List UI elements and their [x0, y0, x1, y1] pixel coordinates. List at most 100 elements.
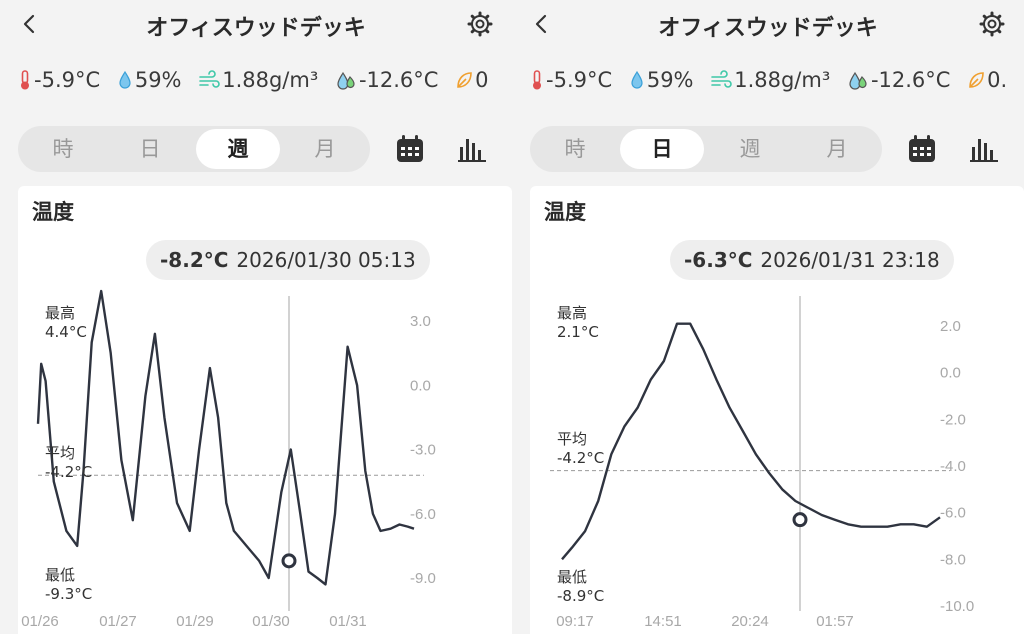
y-tick-label: -6.0 — [940, 505, 966, 522]
avg-label: 平均 -4.2°C — [45, 444, 92, 482]
temperature-chart-card: 3.0 0.0 -3.0 -6.0 -9.0 01/26 01/27 01/29 01/30 01… — [18, 186, 512, 634]
selected-time: 2026/01/31 23:18 — [760, 248, 940, 272]
absolute-humidity-value: 1.88g/m³ — [222, 68, 319, 92]
temperature-value: -5.9°C — [546, 68, 613, 92]
y-tick-label: 0.0 — [940, 365, 961, 382]
dew-point-metric: -12.6°C — [847, 68, 951, 92]
dew-point-icon — [849, 71, 867, 90]
vpd-metric: 0. — [967, 68, 1007, 92]
selected-point-marker — [281, 553, 297, 569]
tab-month[interactable]: 月 — [283, 129, 367, 169]
temperature-value: -5.9°C — [34, 68, 101, 92]
bar-chart-icon[interactable] — [456, 133, 488, 165]
max-label: 最高 2.1°C — [557, 304, 599, 342]
max-label: 最高 4.4°C — [45, 304, 87, 342]
absolute-humidity-value: 1.88g/m³ — [734, 68, 831, 92]
panel-day: オフィスウッドデッキ -5.9°C 59% 1.88g/m³ -12.6°C 0… — [512, 0, 1024, 634]
tab-hour[interactable]: 時 — [533, 129, 617, 169]
dew-point-value: -12.6°C — [870, 68, 951, 92]
bar-chart-icon[interactable] — [968, 133, 1000, 165]
tab-week[interactable]: 週 — [196, 129, 280, 169]
x-tick-label: 09:17 — [556, 613, 594, 630]
min-value: -8.9°C — [557, 587, 605, 605]
selected-value: -6.3°C — [684, 248, 753, 272]
x-tick-label: 14:51 — [644, 613, 682, 630]
avg-value: -4.2°C — [45, 463, 93, 481]
max-label-text: 最高 — [557, 304, 588, 322]
humidity-value: 59% — [134, 68, 182, 92]
absolute-humidity-metric: 1.88g/m³ — [710, 68, 830, 92]
y-tick-label: 3.0 — [410, 313, 431, 330]
max-label-text: 最高 — [45, 304, 76, 322]
vpd-value: 0. — [987, 68, 1008, 92]
selected-point-pill: -8.2°C 2026/01/30 05:13 — [146, 240, 430, 280]
period-selector: 時 日 週 月 — [530, 126, 882, 172]
droplet-icon — [631, 70, 643, 89]
header: オフィスウッドデッキ — [512, 0, 1024, 52]
selected-point-pill: -6.3°C 2026/01/31 23:18 — [670, 240, 954, 280]
chart-title: 温度 — [32, 200, 74, 224]
tab-day[interactable]: 日 — [108, 129, 192, 169]
x-tick-label: 01/31 — [329, 613, 367, 630]
min-label: 最低 -8.9°C — [557, 568, 604, 606]
dew-point-metric: -12.6°C — [335, 68, 438, 92]
min-value: -9.3°C — [45, 585, 93, 603]
wind-icon — [199, 70, 220, 88]
header: オフィスウッドデッキ — [0, 0, 512, 52]
max-value: 4.4°C — [45, 323, 87, 341]
tab-hour[interactable]: 時 — [21, 129, 105, 169]
temperature-chart-card: 2.0 0.0 -2.0 -4.0 -6.0 -8.0 -10.0 09:17 14:51 20:… — [530, 186, 1024, 634]
leaf-icon — [969, 72, 984, 88]
droplet-icon — [119, 70, 131, 89]
x-tick-label: 01/29 — [176, 613, 214, 630]
y-tick-label: -10.0 — [940, 598, 974, 615]
chart-title: 温度 — [544, 200, 586, 224]
metrics-row: -5.9°C 59% 1.88g/m³ -12.6°C 0. — [530, 68, 1024, 100]
tab-day[interactable]: 日 — [620, 129, 704, 169]
humidity-metric: 59% — [117, 68, 182, 92]
x-tick-label: 01/26 — [21, 613, 59, 630]
temperature-line — [561, 322, 941, 561]
y-tick-label: -2.0 — [940, 411, 966, 428]
selected-value: -8.2°C — [160, 248, 229, 272]
selected-point-marker — [792, 512, 808, 528]
avg-label-text: 平均 — [557, 430, 588, 448]
temperature-metric: -5.9°C — [18, 68, 100, 92]
metrics-row: -5.9°C 59% 1.88g/m³ -12.6°C 0 — [18, 68, 512, 100]
humidity-metric: 59% — [629, 68, 694, 92]
vpd-value: 0 — [475, 68, 489, 92]
y-tick-label: -6.0 — [410, 506, 436, 523]
wind-icon — [711, 70, 732, 88]
x-tick-label: 01/27 — [99, 613, 137, 630]
page-title: オフィスウッドデッキ — [658, 16, 878, 41]
vpd-metric: 0 — [455, 68, 489, 92]
y-tick-label: 0.0 — [410, 377, 431, 394]
page-title: オフィスウッドデッキ — [146, 16, 366, 41]
dew-point-icon — [337, 71, 355, 90]
tab-week[interactable]: 週 — [708, 129, 792, 169]
calendar-icon[interactable] — [906, 133, 938, 165]
min-label: 最低 -9.3°C — [45, 566, 92, 604]
x-tick-label: 01/30 — [252, 613, 290, 630]
min-label-text: 最低 — [557, 568, 588, 586]
y-tick-label: -4.0 — [940, 458, 966, 475]
thermometer-icon — [533, 70, 541, 90]
x-tick-label: 20:24 — [731, 613, 769, 630]
gear-icon[interactable] — [466, 10, 494, 38]
selected-time: 2026/01/30 05:13 — [236, 248, 416, 272]
temperature-metric: -5.9°C — [530, 68, 612, 92]
tab-month[interactable]: 月 — [795, 129, 879, 169]
temperature-line — [36, 289, 415, 586]
period-selector: 時 日 週 月 — [18, 126, 370, 172]
avg-label: 平均 -4.2°C — [557, 430, 604, 468]
gear-icon[interactable] — [978, 10, 1006, 38]
x-tick-label: 01:57 — [816, 613, 854, 630]
y-tick-label: -3.0 — [410, 442, 436, 459]
y-tick-label: -8.0 — [940, 551, 966, 568]
calendar-icon[interactable] — [394, 133, 426, 165]
humidity-value: 59% — [646, 68, 694, 92]
panel-week: オフィスウッドデッキ -5.9°C 59% 1.88g/m³ -12.6°C 0… — [0, 0, 512, 634]
y-tick-label: -9.0 — [410, 570, 436, 587]
y-tick-label: 2.0 — [940, 318, 961, 335]
min-label-text: 最低 — [45, 566, 76, 584]
